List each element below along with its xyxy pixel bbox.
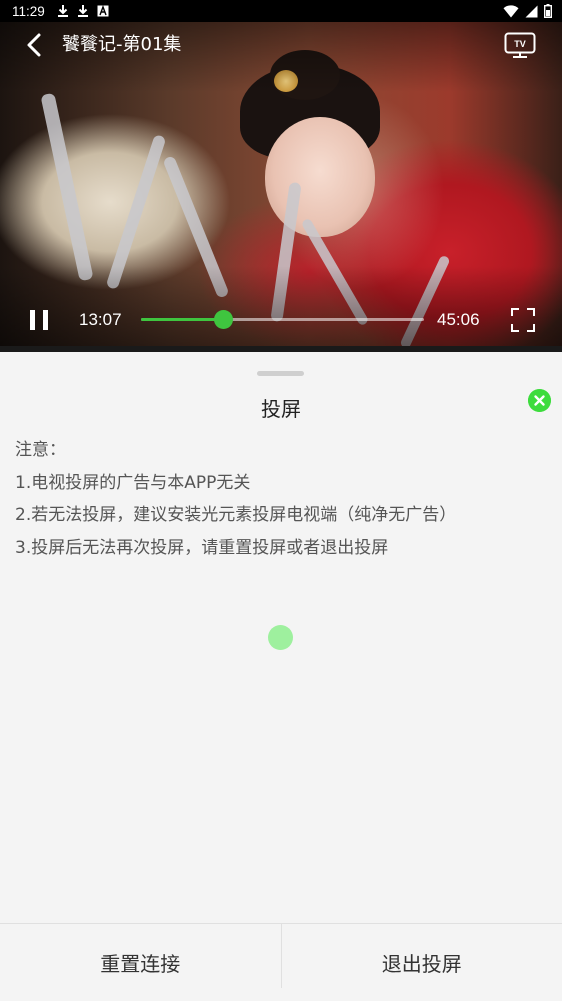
status-icons-left	[57, 4, 109, 18]
exit-cast-button[interactable]: 退出投屏	[282, 924, 562, 1001]
status-time: 11:29	[12, 3, 45, 19]
status-icons-right	[503, 4, 552, 18]
video-bottom-gradient	[0, 266, 562, 346]
loading-indicator	[268, 625, 293, 650]
cast-notes: 注意： 1.电视投屏的广告与本APP无关 2.若无法投屏，建议安装光元素投屏电视…	[15, 434, 550, 564]
note-item: 2.若无法投屏，建议安装光元素投屏电视端（纯净无广告）	[15, 505, 457, 525]
seek-bar-progress	[141, 318, 224, 321]
note-item: 3.投屏后无法再次投屏，请重置投屏或者退出投屏	[15, 537, 389, 558]
back-arrow-icon[interactable]	[22, 32, 48, 58]
svg-text:TV: TV	[514, 39, 526, 49]
wifi-icon	[503, 4, 519, 17]
status-bar: 11:29	[0, 0, 562, 22]
cast-sheet: 投屏 注意： 1.电视投屏的广告与本APP无关 2.若无法投屏，建议安装光元素投…	[0, 352, 562, 1001]
note-item: 1.电视投屏的广告与本APP无关	[15, 472, 251, 493]
reset-connection-button[interactable]: 重置连接	[0, 924, 281, 1001]
battery-icon	[544, 4, 552, 18]
sheet-actions: 重置连接 退出投屏	[0, 923, 562, 1001]
video-player[interactable]: 饕餮记-第01集 TV 13:07 45:06	[0, 22, 562, 346]
total-time: 45:06	[437, 310, 480, 329]
font-icon	[97, 5, 109, 17]
sheet-title: 投屏	[261, 397, 301, 421]
video-frame-face	[265, 117, 375, 237]
seek-bar[interactable]	[141, 310, 424, 329]
download-icon	[57, 5, 68, 17]
close-icon[interactable]	[528, 389, 551, 412]
video-title: 饕餮记-第01集	[62, 34, 182, 55]
drag-handle[interactable]	[257, 371, 304, 376]
pause-icon[interactable]	[28, 309, 50, 331]
download-icon	[77, 5, 88, 17]
fullscreen-icon[interactable]	[511, 308, 535, 332]
current-time: 13:07	[79, 310, 122, 329]
notes-heading: 注意：	[15, 440, 66, 460]
seek-bar-thumb[interactable]	[214, 310, 234, 329]
signal-icon	[525, 5, 538, 17]
tv-icon[interactable]: TV	[504, 32, 536, 60]
